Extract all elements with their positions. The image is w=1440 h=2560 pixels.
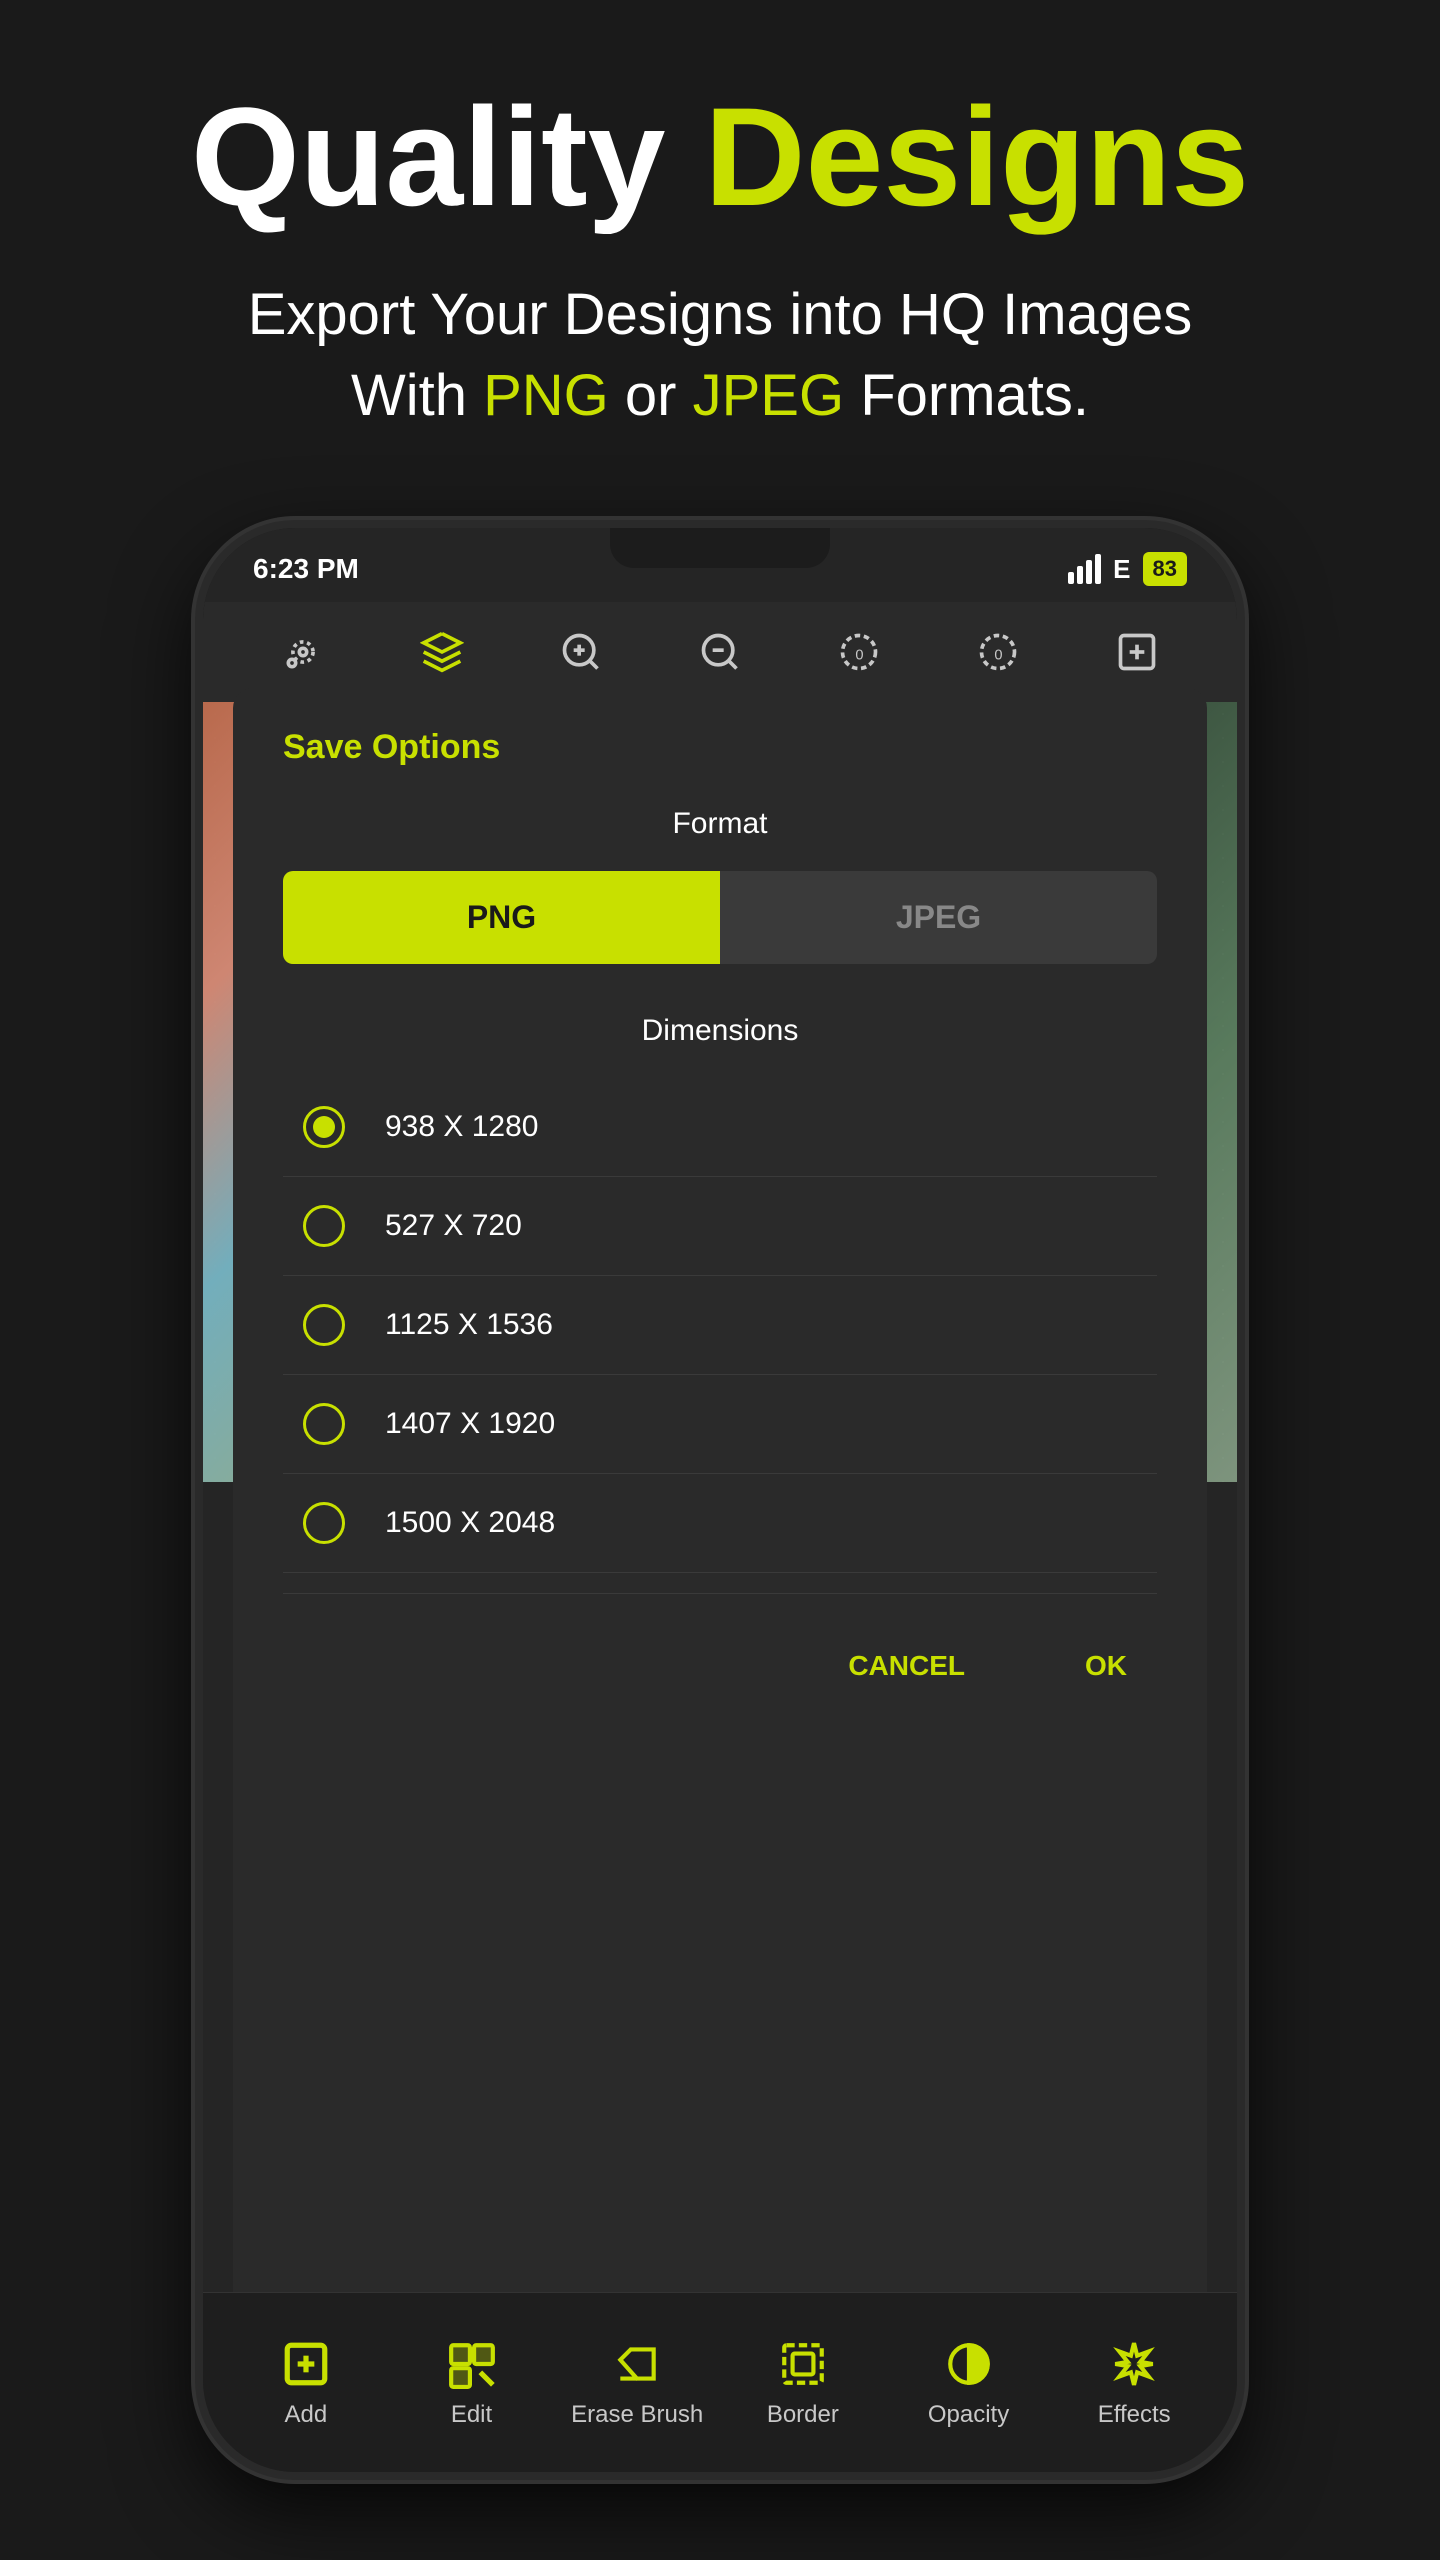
status-time: 6:23 PM [253,553,359,585]
nav-item-opacity[interactable]: Opacity [886,2337,1052,2429]
app-toolbar: 0 0 [203,602,1237,702]
nav-label-effects: Effects [1098,2401,1171,2429]
dimension-value-1: 938 X 1280 [385,1110,538,1144]
radio-4 [303,1403,345,1445]
nav-label-add: Add [284,2401,327,2429]
signal-bar-2 [1077,566,1083,584]
select2-icon[interactable]: 0 [968,622,1028,682]
hero-subtitle-formats: Formats. [844,363,1089,428]
network-type: E [1113,554,1130,585]
hero-subtitle-line1: Export Your Designs into HQ Images [248,282,1193,347]
radio-inner-1 [313,1116,335,1138]
hero-title-white: Quality [191,78,704,235]
phone-side-btn-right-bottom [1237,978,1245,1068]
dimension-value-2: 527 X 720 [385,1209,522,1243]
nav-item-add[interactable]: Add [223,2337,389,2429]
phone-notch [610,528,830,568]
dimension-value-5: 1500 X 2048 [385,1506,555,1540]
nav-label-edit: Edit [451,2401,492,2429]
hero-subtitle-or: or [609,363,693,428]
hero-subtitle-png: PNG [483,363,609,428]
ok-button[interactable]: OK [1055,1634,1157,1698]
hero-section: Quality Designs Export Your Designs into… [0,0,1440,476]
signal-bar-3 [1086,560,1092,584]
nav-label-opacity: Opacity [928,2401,1009,2429]
effects-icon [1107,2337,1161,2391]
edit-icon [445,2337,499,2391]
dimension-option-3[interactable]: 1125 X 1536 [283,1276,1157,1375]
format-jpeg-button[interactable]: JPEG [720,871,1157,964]
dimension-option-4[interactable]: 1407 X 1920 [283,1375,1157,1474]
opacity-icon [942,2337,996,2391]
dimension-value-3: 1125 X 1536 [385,1308,553,1342]
bottom-nav: Add Edit [203,2292,1237,2472]
dimension-value-4: 1407 X 1920 [385,1407,555,1441]
dialog-title: Save Options [283,728,1157,767]
radio-5 [303,1502,345,1544]
nav-item-border[interactable]: Border [720,2337,886,2429]
signal-bars [1068,554,1101,584]
nav-label-border: Border [767,2401,839,2429]
add-icon [279,2337,333,2391]
phone-side-btn-left [195,908,203,1028]
nav-item-erase-brush[interactable]: Erase Brush [554,2337,720,2429]
dimension-option-1[interactable]: 938 X 1280 [283,1078,1157,1177]
radio-2 [303,1205,345,1247]
zoom-in-icon[interactable] [551,622,611,682]
radio-3 [303,1304,345,1346]
hero-subtitle: Export Your Designs into HQ Images With … [0,274,1440,436]
phone-side-btn-right-top [1237,848,1245,938]
svg-text:0: 0 [855,647,863,663]
hero-title-accent: Designs [704,78,1249,235]
svg-text:0: 0 [995,647,1003,663]
cancel-button[interactable]: CANCEL [818,1634,995,1698]
signal-bar-4 [1095,554,1101,584]
format-buttons: PNG JPEG [283,871,1157,964]
radio-1 [303,1106,345,1148]
hero-subtitle-with: With [351,363,483,428]
phone-outer: 6:23 PM E 83 [195,520,1245,2480]
battery-indicator: 83 [1143,552,1187,586]
add-box-icon[interactable] [1107,622,1167,682]
phone-screen: 6:23 PM E 83 [203,528,1237,2472]
hero-title: Quality Designs [0,80,1440,234]
dimension-option-5[interactable]: 1500 X 2048 [283,1474,1157,1573]
zoom-out-icon[interactable] [690,622,750,682]
stack-icon[interactable] [412,622,472,682]
signal-bar-1 [1068,572,1074,584]
phone-mockup: 6:23 PM E 83 [195,520,1245,2480]
status-icons: E 83 [1068,552,1187,586]
nav-item-effects[interactable]: Effects [1051,2337,1217,2429]
format-label: Format [283,807,1157,841]
erase-brush-icon [610,2337,664,2391]
layers-icon[interactable] [273,622,333,682]
nav-label-erase-brush: Erase Brush [571,2401,703,2429]
select1-icon[interactable]: 0 [829,622,889,682]
nav-item-edit[interactable]: Edit [389,2337,555,2429]
format-png-button[interactable]: PNG [283,871,720,964]
dimensions-label: Dimensions [283,1014,1157,1048]
dimension-option-2[interactable]: 527 X 720 [283,1177,1157,1276]
hero-subtitle-jpeg: JPEG [693,363,845,428]
dialog-actions: CANCEL OK [283,1593,1157,1698]
border-icon [776,2337,830,2391]
save-options-dialog: Save Options Format PNG JPEG Dimensions … [233,688,1207,2352]
